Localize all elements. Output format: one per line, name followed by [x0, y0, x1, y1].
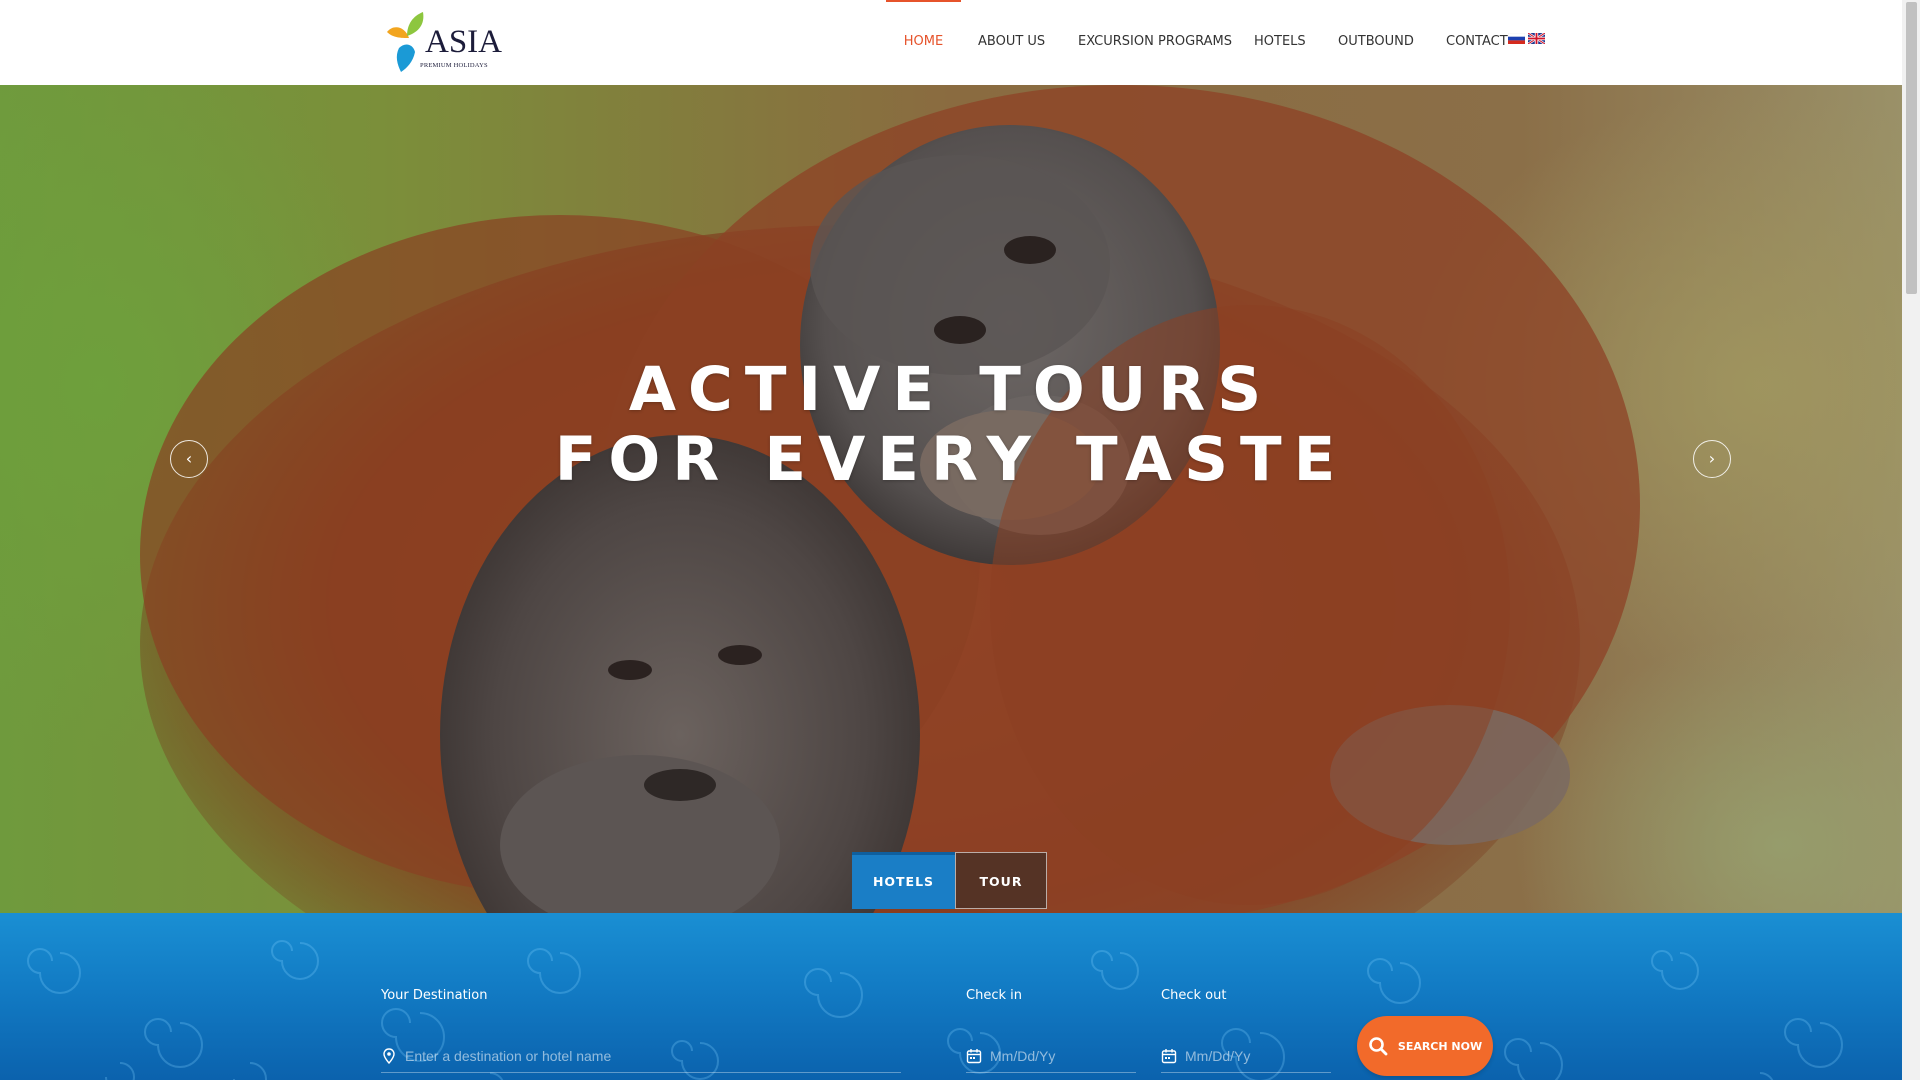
destination-placeholder: Enter a destination or hotel name — [405, 1048, 612, 1064]
checkout-label: Check out — [1161, 988, 1227, 1003]
hero-title-line-2: FOR EVERY TASTE — [554, 424, 1348, 495]
hero-orangutan-image — [140, 85, 1640, 914]
checkout-placeholder: Mm/Dd/Yy — [1185, 1048, 1251, 1064]
checkout-input[interactable]: Mm/Dd/Yy — [1161, 1040, 1331, 1073]
logo-tagline: PREMIUM HOLIDAYS — [420, 62, 488, 69]
chevron-right-icon: › — [1708, 449, 1716, 468]
nav-item-excursion-programs[interactable]: EXCURSION PROGRAMS — [1078, 0, 1232, 85]
slider-prev-button[interactable]: ‹ — [170, 440, 208, 478]
logo-wordmark: ASIA — [425, 24, 503, 60]
search-now-label: SEARCH NOW — [1397, 1039, 1483, 1053]
hero-headline: ACTIVE TOURS FOR EVERY TASTE — [0, 355, 1902, 495]
destination-input[interactable]: Enter a destination or hotel name — [381, 1040, 901, 1073]
tab-tour[interactable]: TOUR — [955, 852, 1047, 909]
calendar-icon — [1161, 1049, 1177, 1064]
swirl-pattern-icon — [27, 940, 1843, 1080]
site-logo[interactable]: ASIA PREMIUM HOLIDAYS — [383, 8, 502, 74]
hero-title-line-1: ACTIVE TOURS — [628, 354, 1274, 425]
location-pin-icon — [383, 1048, 395, 1064]
search-now-button[interactable]: SEARCH NOW — [1357, 1016, 1493, 1076]
destination-label: Your Destination — [381, 988, 488, 1003]
chevron-left-icon: ‹ — [185, 449, 193, 468]
calendar-icon — [966, 1049, 982, 1064]
page-scrollbar[interactable] — [1902, 0, 1920, 1080]
nav-item-home[interactable]: HOME — [886, 0, 961, 85]
slider-next-button[interactable]: › — [1693, 440, 1731, 478]
ru-flag-icon[interactable] — [1508, 33, 1525, 44]
hero-slider: ACTIVE TOURS FOR EVERY TASTE ‹ › HOTELS … — [0, 85, 1902, 914]
checkin-placeholder: Mm/Dd/Yy — [990, 1048, 1056, 1064]
language-switcher — [1508, 33, 1545, 45]
nav-item-outbound[interactable]: OUTBOUND — [1338, 0, 1414, 85]
search-tabs: HOTELS TOUR — [852, 852, 1047, 909]
nav-item-hotels[interactable]: HOTELS — [1254, 0, 1306, 85]
nav-item-about-us[interactable]: ABOUT US — [978, 0, 1045, 85]
search-panel: Your Destination Enter a destination or … — [0, 913, 1902, 1080]
tab-hotels[interactable]: HOTELS — [852, 852, 955, 909]
site-header: ASIA PREMIUM HOLIDAYS HOME ABOUT US EXCU… — [0, 0, 1902, 85]
search-icon — [1369, 1037, 1388, 1056]
nav-item-contact[interactable]: CONTACT — [1446, 0, 1508, 85]
checkin-input[interactable]: Mm/Dd/Yy — [966, 1040, 1136, 1073]
uk-flag-icon[interactable] — [1528, 33, 1545, 44]
checkin-label: Check in — [966, 988, 1022, 1003]
scrollbar-thumb[interactable] — [1906, 2, 1917, 294]
